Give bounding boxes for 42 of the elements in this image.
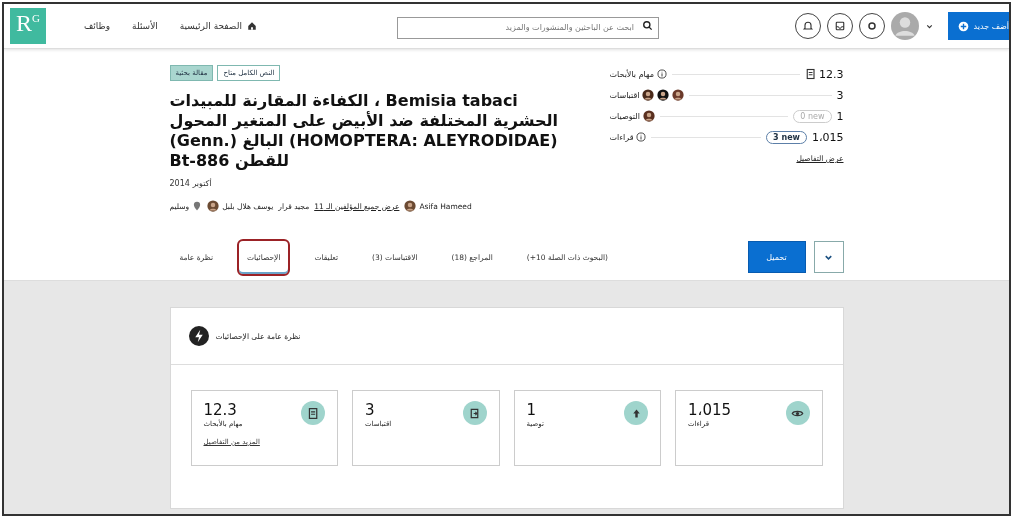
metric-value: 12.3 xyxy=(819,67,844,81)
metric-label: التوصيات xyxy=(609,111,640,121)
metric-label: اقتباسات xyxy=(609,90,640,100)
metric-label: قراءات xyxy=(609,132,634,142)
metric-label: مهام بالأبحاث xyxy=(609,69,654,79)
home-icon xyxy=(246,21,257,31)
avatar-icon xyxy=(404,200,417,212)
notification-button[interactable] xyxy=(826,13,853,39)
download-button[interactable]: تحميل xyxy=(747,241,806,273)
document-icon xyxy=(805,68,817,80)
metric-value: 1،015 xyxy=(811,130,844,144)
bell-icon xyxy=(801,20,814,32)
metric-value: 3 xyxy=(836,88,844,102)
avatar-icon xyxy=(207,200,220,212)
search-field[interactable]: ابحث عن الباحثين والمنشورات والمزيد xyxy=(396,16,659,39)
metric-value: 1 xyxy=(836,109,844,123)
avatar-icon xyxy=(642,89,655,101)
stat-value: 12.3 xyxy=(203,401,238,419)
stat-value: 1 xyxy=(526,401,538,419)
settings-icon xyxy=(865,20,878,32)
avatar-icon xyxy=(657,89,670,101)
info-icon xyxy=(657,69,667,79)
nav-link[interactable]: الأسئلة xyxy=(132,21,158,31)
avatar-icon xyxy=(642,110,655,122)
info-icon xyxy=(636,132,647,142)
document-icon xyxy=(306,406,320,420)
stat-value: 1،015 xyxy=(688,401,731,419)
notification-button[interactable] xyxy=(794,13,821,39)
search-icon xyxy=(641,20,653,31)
stat-value: 3 xyxy=(365,401,376,419)
nav-link[interactable]: وظائف xyxy=(84,21,111,31)
pin-icon xyxy=(192,201,203,211)
add-new-button[interactable]: أضف جديد xyxy=(947,12,1009,40)
publication-date: أكتوبر 2014 xyxy=(169,179,213,188)
plus-icon xyxy=(957,20,969,32)
quote-document-icon xyxy=(468,406,481,420)
inbox-icon xyxy=(833,20,846,32)
lightning-icon xyxy=(188,326,209,346)
nav-link[interactable]: الصفحة الرئيسية xyxy=(179,21,257,31)
notification-button[interactable] xyxy=(858,13,885,39)
avatar-icon xyxy=(672,89,685,101)
publication-title: Bemisia tabaci ، الكفاءة المقارنة للمبيدات الحشرية المختلفة ضد الأبيض على المتغير المحول (HOMOPTERA: ALEYRODIDAE) البالغ (.Genn) للقطن Bt-886 xyxy=(169,91,559,171)
